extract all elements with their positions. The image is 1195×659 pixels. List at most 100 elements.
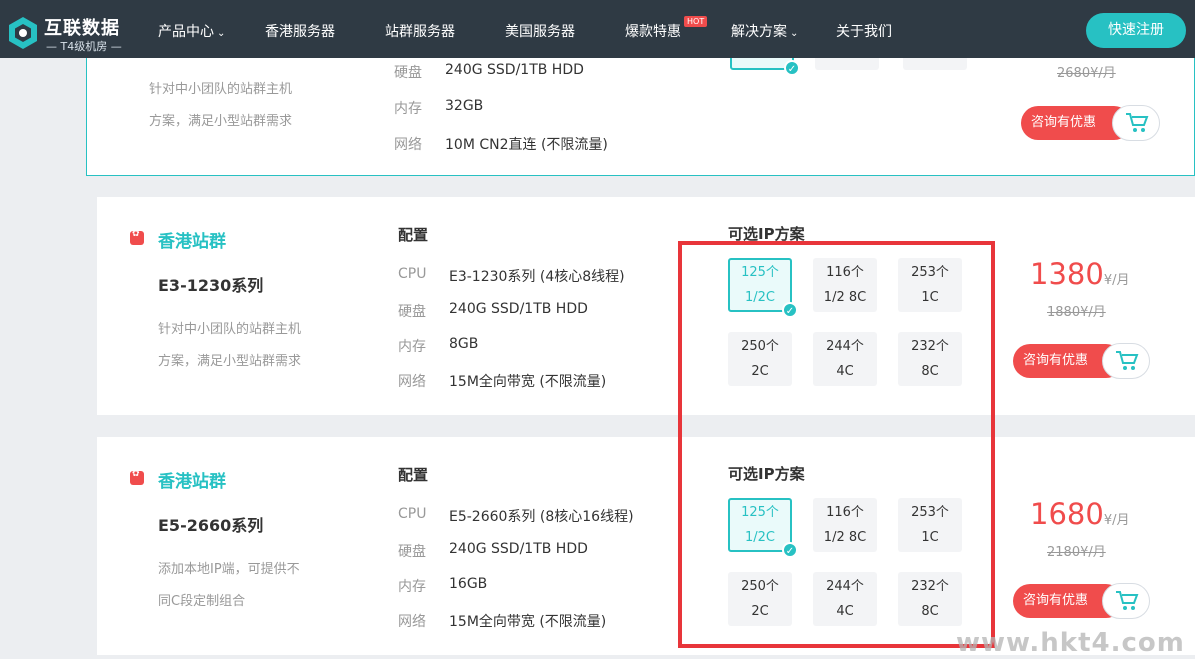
ip-count: 253个 (911, 505, 949, 520)
ip-option[interactable]: 250个 2C (728, 332, 792, 386)
cart-icon (1116, 351, 1139, 370)
ip-segment: 1/2C (745, 290, 775, 305)
ip-option-selected[interactable]: 125个 1/2C ✓ (728, 258, 798, 318)
nav-item-label: 产品中心 (158, 24, 214, 40)
nav-item-about[interactable]: 关于我们 (836, 21, 892, 41)
nav-item-label: 解决方案 (731, 24, 787, 40)
product-card-e5-2660: 香港站群 E5-2660系列 添加本地IP端，可提供不 同C段定制组合 配置 C… (97, 437, 1195, 655)
ip-option[interactable]: 232个 8C (898, 332, 962, 386)
price-unit: ¥/月 (1103, 513, 1130, 528)
nav-item-label: 爆款特惠 (625, 24, 681, 40)
nav-item-solutions[interactable]: 解决方案 ⌄ (731, 21, 798, 41)
nav-item-label: 香港服务器 (265, 24, 335, 40)
card-description: 针对中小团队的站群主机 方案，满足小型站群需求 (149, 74, 292, 138)
ip-option[interactable]: 253个 1C (898, 498, 962, 552)
nav-item-products[interactable]: 产品中心 ⌄ (158, 21, 225, 41)
original-price: 2180¥/月 (1047, 545, 1106, 560)
current-price: 1380¥/月 (1030, 257, 1129, 291)
config-title: 配置 (398, 226, 429, 244)
ip-option[interactable]: 116个 1/2 8C (813, 258, 877, 312)
ip-segment: 1C (921, 290, 939, 305)
logo[interactable]: 互联数据 — T4级机房 — (6, 12, 126, 53)
ip-count: 116个 (826, 265, 864, 280)
ip-count: 253个 (911, 265, 949, 280)
ip-option[interactable]: 244个 4C (813, 572, 877, 626)
nav-item-label: 站群服务器 (385, 24, 455, 40)
hk-flag-icon (130, 229, 144, 245)
ip-option-selected[interactable]: 125个 1/2C ✓ (728, 498, 798, 558)
config-title: 配置 (398, 466, 429, 484)
spec-key: CPU (398, 506, 427, 522)
ip-count: 232个 (911, 339, 949, 354)
add-to-cart-button[interactable] (1112, 105, 1160, 141)
ip-count: 116个 (826, 505, 864, 520)
add-to-cart-button[interactable] (1102, 343, 1150, 379)
add-to-cart-button[interactable] (1102, 583, 1150, 619)
cart-icon (1116, 591, 1139, 610)
spec-value: 240G SSD/1TB HDD (449, 541, 588, 557)
ip-option[interactable]: 116个 1/2 8C (813, 498, 877, 552)
ip-count: 250个 (741, 339, 779, 354)
ip-segment: 2C (751, 604, 769, 619)
ip-option[interactable]: 253个 1C (898, 258, 962, 312)
ip-plan-title: 可选IP方案 (728, 225, 805, 243)
description-line: 方案，满足小型站群需求 (149, 114, 293, 129)
ip-segment: 2C (751, 364, 769, 379)
ip-count: 232个 (911, 579, 949, 594)
nav-item-deals[interactable]: 爆款特惠 (625, 21, 681, 41)
cart-icon (1126, 113, 1149, 132)
nav-item-us-servers[interactable]: 美国服务器 (505, 21, 575, 41)
ip-count: 250个 (741, 579, 779, 594)
ip-segment: 8C (921, 364, 939, 379)
price-number: 1680 (1030, 497, 1104, 531)
hot-badge: HOT (684, 16, 708, 27)
ip-plan-title: 可选IP方案 (728, 465, 805, 483)
original-price: 2680¥/月 (1057, 66, 1116, 81)
logo-subtitle: — T4级机房 — (46, 40, 122, 53)
original-price: 1880¥/月 (1047, 305, 1106, 320)
spec-value: 16GB (449, 576, 488, 592)
spec-value: E3-1230系列 (4核心8线程) (449, 269, 625, 285)
ip-segment: 4C (836, 604, 854, 619)
spec-key: 网络 (398, 374, 426, 390)
spec-value: 8GB (449, 336, 479, 352)
ip-segment: 8C (921, 604, 939, 619)
spec-value: 240G SSD/1TB HDD (449, 301, 588, 317)
spec-key: 内存 (398, 579, 426, 595)
watermark: www.hkt4.com (956, 628, 1185, 658)
ip-option[interactable]: 244个 4C (813, 332, 877, 386)
ip-count: 244个 (826, 339, 864, 354)
current-price: 1680¥/月 (1030, 497, 1129, 531)
nav-item-cluster-servers[interactable]: 站群服务器 (385, 21, 455, 41)
spec-key: 内存 (398, 339, 426, 355)
nav-item-label: 美国服务器 (505, 24, 575, 40)
ip-segment: 4C (836, 364, 854, 379)
ip-count: 125个 (741, 265, 779, 280)
spec-key: 内存 (394, 101, 422, 117)
ip-count: 244个 (826, 579, 864, 594)
check-icon: ✓ (784, 60, 800, 76)
chevron-down-icon: ⌄ (217, 28, 226, 39)
check-icon: ✓ (782, 542, 798, 558)
ip-option[interactable]: 232个 8C (898, 572, 962, 626)
ip-count: 125个 (741, 505, 779, 520)
ip-segment: 1/2 8C (823, 290, 867, 305)
nav-item-hk-servers[interactable]: 香港服务器 (265, 21, 335, 41)
nav-item-label: 关于我们 (836, 24, 892, 40)
ip-segment: 1C (921, 530, 939, 545)
spec-value: E5-2660系列 (8核心16线程) (449, 509, 634, 525)
price-number: 1380 (1030, 257, 1104, 291)
product-name: 香港站群 (158, 472, 226, 492)
description-line: 方案，满足小型站群需求 (158, 354, 302, 369)
spec-key: CPU (398, 266, 427, 282)
description-line: 同C段定制组合 (158, 594, 246, 609)
spec-key: 网络 (398, 614, 426, 630)
spec-key: 硬盘 (394, 65, 422, 81)
check-icon: ✓ (782, 302, 798, 318)
description-line: 针对中小团队的站群主机 (158, 322, 302, 337)
spec-value: 240G SSD/1TB HDD (445, 62, 584, 78)
ip-option[interactable]: 250个 2C (728, 572, 792, 626)
register-button[interactable]: 快速注册 (1086, 13, 1186, 48)
spec-value: 15M全向带宽 (不限流量) (449, 614, 607, 630)
description-line: 添加本地IP端，可提供不 (158, 562, 300, 577)
